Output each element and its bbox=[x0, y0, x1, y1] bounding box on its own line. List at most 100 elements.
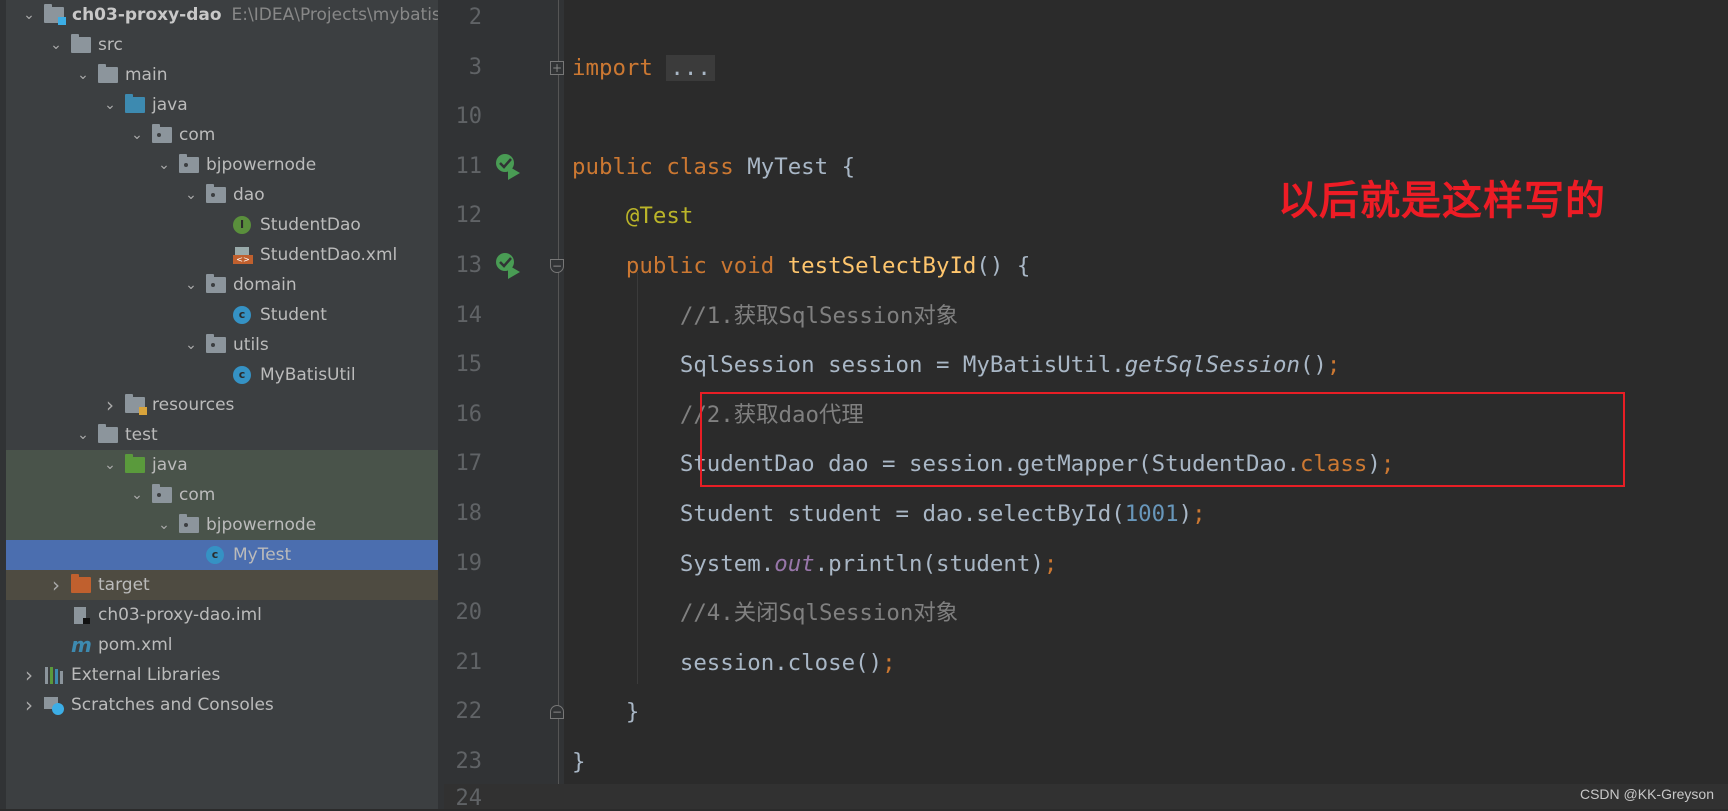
tree-row[interactable]: <> StudentDao.xml bbox=[6, 240, 438, 270]
code-token: ; bbox=[882, 649, 896, 676]
tree-row[interactable]: c MyBatisUtil bbox=[6, 360, 438, 390]
tree-item-label: com bbox=[179, 125, 216, 145]
code-line[interactable]: public class MyTest { bbox=[572, 142, 855, 192]
tree-row[interactable]: › Scratches and Consoles bbox=[6, 690, 438, 720]
code-line[interactable]: } bbox=[572, 687, 640, 737]
package-icon bbox=[206, 334, 226, 353]
tree-row[interactable]: c Student bbox=[6, 300, 438, 330]
line-number: 23 bbox=[455, 749, 483, 774]
code-line[interactable]: } bbox=[572, 737, 585, 787]
tree-item-label: Student bbox=[260, 305, 327, 325]
code-line[interactable]: import ... bbox=[572, 43, 715, 93]
line-number: 2 bbox=[468, 5, 482, 30]
source-folder-icon bbox=[125, 94, 145, 113]
code-line[interactable]: System.out.println(student); bbox=[572, 539, 1058, 589]
code-line[interactable]: @Test bbox=[572, 191, 693, 241]
iml-file-icon bbox=[71, 607, 91, 624]
chevron-right-icon[interactable]: › bbox=[22, 660, 36, 690]
code-token: Student student = dao.selectById( bbox=[572, 501, 1125, 527]
tree-row[interactable]: › target bbox=[6, 570, 438, 600]
line-number: 15 bbox=[455, 352, 483, 378]
chevron-down-icon[interactable]: ⌄ bbox=[76, 60, 90, 90]
tree-row[interactable]: ⌄ com bbox=[6, 480, 438, 510]
tree-row[interactable]: ⌄ bjpowernode bbox=[6, 510, 438, 540]
tree-row[interactable]: ⌄ src bbox=[6, 30, 438, 60]
line-number: 17 bbox=[455, 451, 483, 477]
folded-imports[interactable]: ... bbox=[666, 54, 715, 81]
code-token: getSqlSession bbox=[1124, 352, 1300, 379]
tree-item-label: main bbox=[125, 65, 168, 85]
fold-expand-icon[interactable]: + bbox=[550, 60, 564, 75]
fold-collapse-icon[interactable]: − bbox=[550, 259, 564, 273]
tree-item-label: StudentDao bbox=[260, 215, 361, 235]
code-line[interactable]: //4.关闭SqlSession对象 bbox=[572, 588, 958, 638]
chevron-down-icon[interactable]: ⌄ bbox=[49, 30, 63, 60]
code-token: () { bbox=[976, 253, 1031, 279]
project-tool-window: ⌄ ch03-proxy-dao E:\IDEA\Projects\mybatis… bbox=[0, 0, 438, 809]
chevron-down-icon[interactable]: ⌄ bbox=[184, 180, 198, 210]
code-token: System. bbox=[572, 550, 775, 577]
code-token: ; bbox=[1043, 550, 1058, 577]
code-line[interactable]: session.close(); bbox=[572, 638, 896, 688]
chevron-down-icon[interactable]: ⌄ bbox=[76, 420, 90, 450]
chevron-right-icon[interactable]: › bbox=[49, 570, 63, 600]
line-number: 10 bbox=[455, 104, 483, 130]
tree-row[interactable]: ⌄ java bbox=[6, 90, 438, 120]
chevron-right-icon[interactable]: › bbox=[22, 690, 36, 720]
tree-row[interactable]: ch03-proxy-dao.iml bbox=[6, 600, 438, 630]
line-number: 18 bbox=[455, 501, 483, 526]
test-class-icon: c bbox=[206, 546, 224, 564]
tree-row[interactable]: ⌄ test bbox=[6, 420, 438, 450]
code-line[interactable]: SqlSession session = MyBatisUtil.getSqlS… bbox=[572, 340, 1341, 390]
code-line[interactable]: public void testSelectById() { bbox=[572, 241, 1030, 291]
tree-item-label: External Libraries bbox=[71, 665, 221, 685]
code-token: testSelectById bbox=[787, 253, 977, 279]
chevron-down-icon[interactable]: ⌄ bbox=[130, 120, 144, 150]
tree-row[interactable]: ⌄ com bbox=[6, 120, 438, 150]
tree-item-label: Scratches and Consoles bbox=[71, 695, 274, 715]
tree-row[interactable]: ⌄ bjpowernode bbox=[6, 150, 438, 180]
tree-row[interactable]: ⌄ java bbox=[6, 450, 438, 480]
tree-item-label: resources bbox=[152, 395, 235, 415]
project-name: ch03-proxy-dao bbox=[72, 5, 222, 25]
project-path: E:\IDEA\Projects\mybatis bbox=[231, 5, 438, 25]
package-icon bbox=[179, 154, 199, 173]
chevron-down-icon[interactable]: ⌄ bbox=[184, 270, 198, 300]
run-test-icon[interactable] bbox=[494, 152, 524, 182]
fold-collapse-icon[interactable]: − bbox=[550, 705, 564, 720]
tree-row-project[interactable]: ⌄ ch03-proxy-dao E:\IDEA\Projects\mybatis bbox=[6, 0, 438, 30]
package-icon bbox=[179, 514, 199, 533]
code-token: session.close() bbox=[572, 649, 883, 676]
chevron-down-icon[interactable]: ⌄ bbox=[157, 150, 171, 180]
tree-row[interactable]: › External Libraries bbox=[6, 660, 438, 690]
chevron-down-icon[interactable]: ⌄ bbox=[157, 510, 171, 540]
chevron-down-icon[interactable]: ⌄ bbox=[184, 330, 198, 360]
chevron-down-icon[interactable]: ⌄ bbox=[130, 480, 144, 510]
code-token: public void bbox=[625, 253, 788, 279]
tree-row[interactable]: ⌄ utils bbox=[6, 330, 438, 360]
chevron-down-icon[interactable]: ⌄ bbox=[103, 450, 117, 480]
tree-row[interactable]: ⌄ domain bbox=[6, 270, 438, 300]
code-line[interactable]: //1.获取SqlSession对象 bbox=[572, 291, 958, 341]
line-number: 11 bbox=[455, 153, 483, 179]
tree-row[interactable]: c MyTest bbox=[6, 540, 438, 570]
code-line[interactable]: Student student = dao.selectById(1001); bbox=[572, 489, 1206, 539]
tree-row[interactable]: ⌄ main bbox=[6, 60, 438, 90]
run-test-icon[interactable] bbox=[494, 251, 524, 281]
tree-row[interactable]: › resources bbox=[6, 390, 438, 420]
tree-row[interactable]: ⌄ dao bbox=[6, 180, 438, 210]
package-icon bbox=[206, 184, 226, 203]
tree-item-label: pom.xml bbox=[98, 635, 173, 655]
resources-folder-icon bbox=[125, 394, 147, 415]
tree-item-label: StudentDao.xml bbox=[260, 245, 398, 265]
chevron-down-icon[interactable]: ⌄ bbox=[22, 0, 36, 30]
chevron-down-icon[interactable]: ⌄ bbox=[103, 90, 117, 120]
xml-file-icon: <> bbox=[233, 247, 253, 264]
code-token: ; bbox=[1192, 501, 1206, 527]
chevron-right-icon[interactable]: › bbox=[103, 390, 117, 420]
tree-row[interactable]: I StudentDao bbox=[6, 210, 438, 240]
tree-row[interactable]: m pom.xml bbox=[6, 630, 438, 660]
